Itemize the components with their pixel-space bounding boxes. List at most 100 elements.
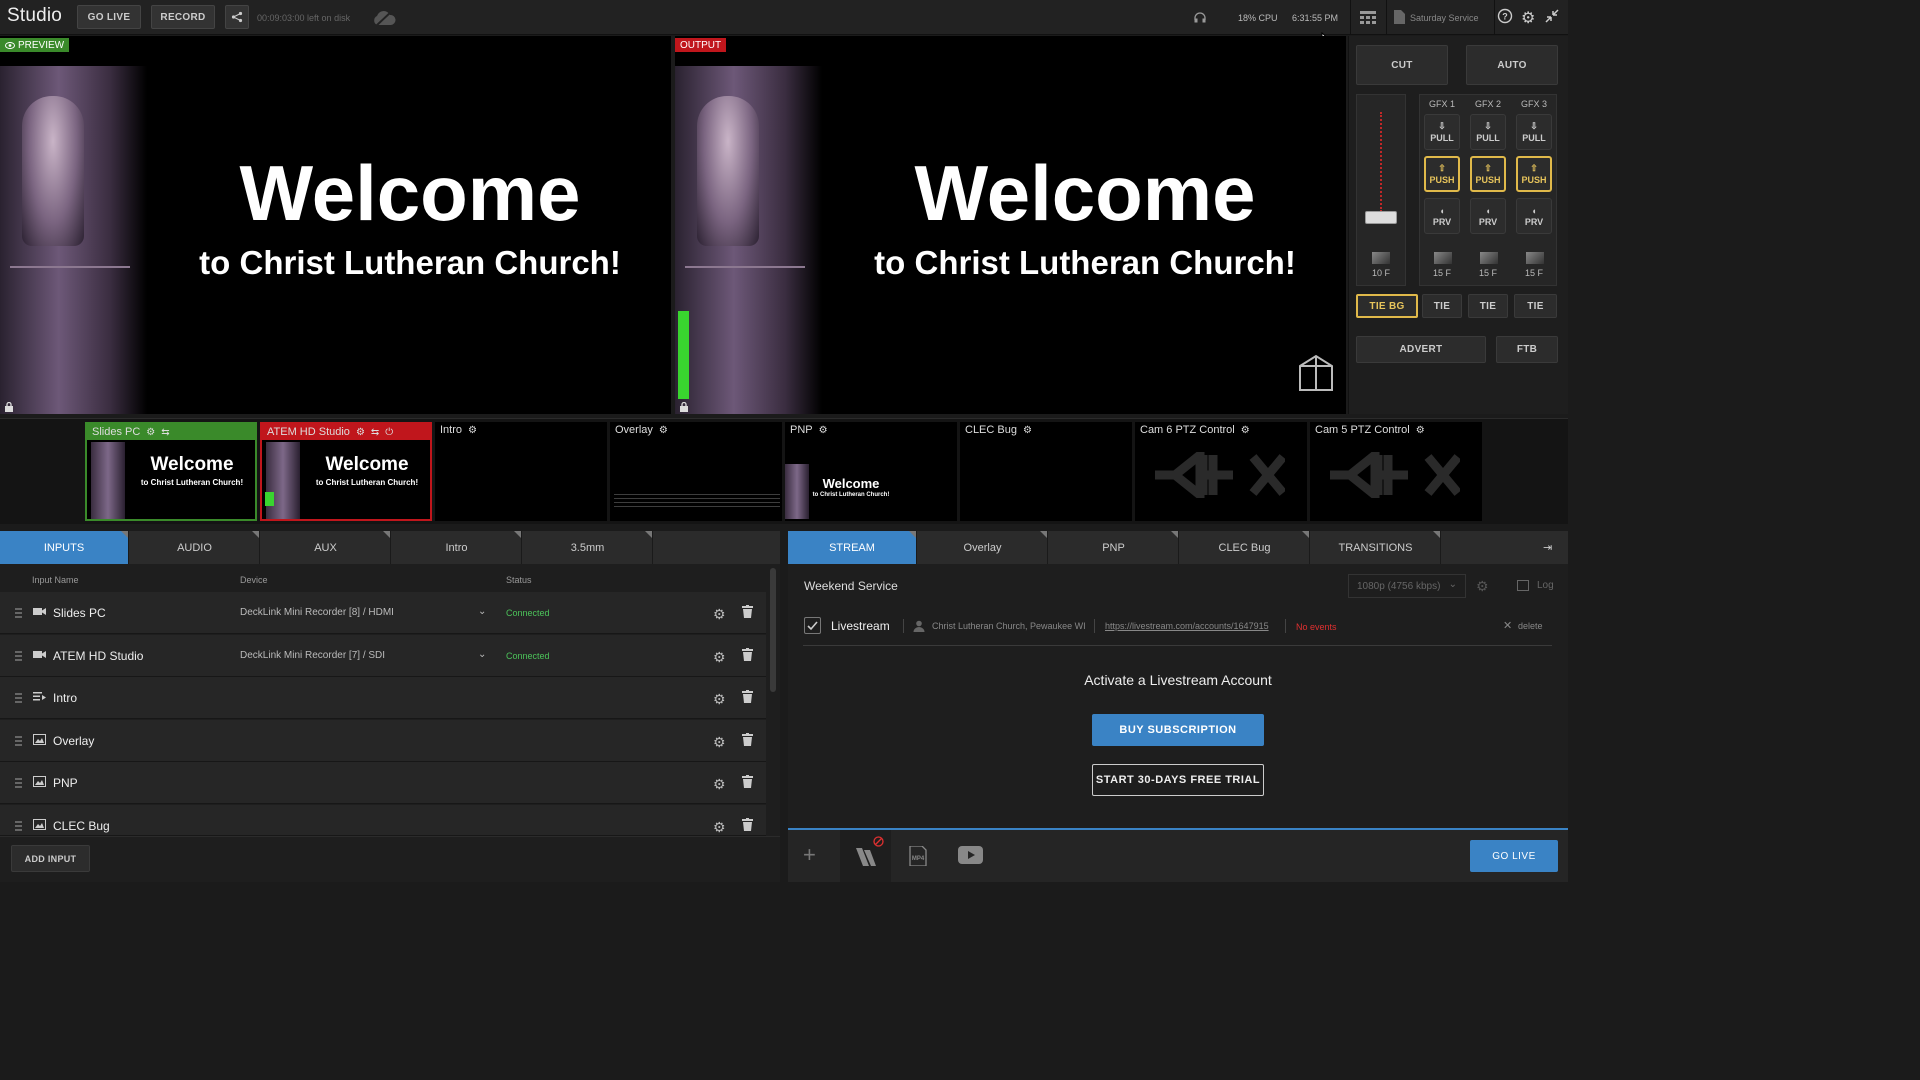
main-frames[interactable]: 10 F — [1356, 268, 1406, 278]
preview-monitor[interactable]: Welcome to Christ Lutheran Church! — [0, 36, 671, 414]
drag-handle-icon[interactable] — [15, 778, 22, 788]
tab-pnp[interactable]: PNP — [1049, 531, 1179, 564]
auto-button[interactable]: AUTO — [1466, 45, 1558, 85]
help-icon[interactable]: ? — [1497, 8, 1513, 27]
tie-gfx-1-button[interactable]: TIE — [1422, 294, 1462, 318]
lock-icon[interactable] — [679, 401, 689, 414]
input-row-pnp[interactable]: PNP ⚙ — [0, 762, 766, 804]
tab-stream[interactable]: STREAM — [788, 531, 917, 564]
thumb-atem-hd-studio[interactable]: ATEM HD Studio ⚙ ⇆ ⏻ Welcome to Christ L… — [260, 422, 432, 521]
record-button[interactable]: RECORD — [151, 5, 215, 29]
chevron-down-icon[interactable]: ⌄ — [478, 649, 486, 660]
gear-icon[interactable]: ⚙ — [1023, 425, 1032, 436]
multiview-layout-icon[interactable] — [1360, 11, 1376, 27]
link-icon[interactable]: ⇆ — [161, 427, 169, 438]
gear-icon[interactable]: ⚙ — [468, 425, 477, 436]
gear-icon[interactable]: ⚙ — [713, 691, 726, 708]
trash-icon[interactable] — [742, 648, 753, 661]
stream-url-link[interactable]: https://livestream.com/accounts/1647915 — [1105, 621, 1269, 631]
quality-select[interactable]: 1080p (4756 kbps) ⌄ — [1348, 574, 1466, 598]
trash-icon[interactable] — [742, 733, 753, 746]
gear-icon[interactable]: ⚙ — [819, 425, 828, 436]
go-live-top-button[interactable]: GO LIVE — [77, 5, 141, 29]
gfx-1-frames[interactable]: 15 F — [1424, 268, 1460, 278]
lock-icon[interactable] — [4, 401, 14, 414]
input-row-overlay[interactable]: Overlay ⚙ — [0, 720, 766, 762]
cloud-off-icon[interactable] — [371, 9, 397, 30]
drag-handle-icon[interactable] — [15, 821, 22, 831]
gear-icon[interactable]: ⚙ — [1416, 425, 1425, 436]
trash-icon[interactable] — [742, 818, 753, 831]
advert-button[interactable]: ADVERT — [1356, 336, 1486, 363]
thumb-intro[interactable]: Intro ⚙ — [435, 422, 607, 521]
tab-clec-bug[interactable]: CLEC Bug — [1180, 531, 1310, 564]
gear-icon[interactable]: ⚙ — [1241, 425, 1250, 436]
gfx-2-pull-button[interactable]: ⇩ PULL — [1470, 114, 1506, 150]
add-destination-icon[interactable]: + — [803, 842, 816, 868]
gear-icon[interactable]: ⚙ — [146, 427, 155, 438]
ftb-button[interactable]: FTB — [1496, 336, 1558, 363]
thumb-clec-bug[interactable]: CLEC Bug ⚙ — [960, 422, 1132, 521]
drag-handle-icon[interactable] — [15, 651, 22, 661]
input-row-atem-hd-studio[interactable]: ATEM HD Studio DeckLink Mini Recorder [7… — [0, 635, 766, 677]
gfx-2-frames[interactable]: 15 F — [1470, 268, 1506, 278]
gfx-2-push-button[interactable]: ⇧ PUSH — [1470, 156, 1506, 192]
share-button[interactable] — [225, 5, 249, 29]
go-live-stream-button[interactable]: GO LIVE — [1470, 840, 1558, 872]
mp4-file-icon[interactable]: MP4 — [908, 845, 928, 869]
gear-icon[interactable]: ⚙ — [713, 734, 726, 751]
gfx-3-frames[interactable]: 15 F — [1516, 268, 1552, 278]
drag-handle-icon[interactable] — [15, 736, 22, 746]
chevron-down-icon[interactable]: ⌄ — [478, 606, 486, 617]
thumb-pnp[interactable]: PNP ⚙ Welcome to Christ Lutheran Church! — [785, 422, 957, 521]
tie-bg-button[interactable]: TIE BG — [1356, 294, 1418, 318]
gear-icon[interactable]: ⚙ — [1476, 578, 1489, 595]
project-name[interactable]: Saturday Service — [1410, 13, 1479, 23]
trash-icon[interactable] — [742, 605, 753, 618]
link-icon[interactable]: ⇆ — [371, 427, 379, 438]
power-icon[interactable]: ⏻ — [385, 427, 393, 438]
livestream-checkbox[interactable] — [804, 617, 821, 634]
gear-icon[interactable]: ⚙ — [356, 427, 365, 438]
collapse-panel-icon[interactable]: ⇥ — [1543, 541, 1552, 554]
log-label[interactable]: Log — [1537, 580, 1554, 591]
thumb-overlay[interactable]: Overlay ⚙ — [610, 422, 782, 521]
tie-gfx-2-button[interactable]: TIE — [1468, 294, 1508, 318]
trash-icon[interactable] — [742, 690, 753, 703]
add-input-button[interactable]: ADD INPUT — [11, 845, 90, 872]
tab-3-5mm[interactable]: 3.5mm — [523, 531, 653, 564]
gfx-1-pull-button[interactable]: ⇩ PULL — [1424, 114, 1460, 150]
t-bar-handle[interactable] — [1365, 211, 1397, 224]
gfx-3-pull-button[interactable]: ⇩ PULL — [1516, 114, 1552, 150]
drag-handle-icon[interactable] — [15, 608, 22, 618]
destination-livestream[interactable] — [840, 830, 891, 882]
input-row-clec-bug[interactable]: CLEC Bug ⚙ — [0, 805, 766, 836]
gear-icon[interactable]: ⚙ — [713, 776, 726, 793]
buy-subscription-button[interactable]: BUY SUBSCRIPTION — [1092, 714, 1264, 746]
input-row-slides-pc[interactable]: Slides PC DeckLink Mini Recorder [8] / H… — [0, 592, 766, 634]
thumb-slides-pc[interactable]: Slides PC ⚙ ⇆ Welcome to Christ Lutheran… — [85, 422, 257, 521]
tie-gfx-3-button[interactable]: TIE — [1514, 294, 1557, 318]
thumb-cam-5-ptz[interactable]: Cam 5 PTZ Control ⚙ — [1310, 422, 1482, 521]
drag-handle-icon[interactable] — [15, 693, 22, 703]
gfx-3-push-button[interactable]: ⇧ PUSH — [1516, 156, 1552, 192]
collapse-icon[interactable] — [1545, 9, 1559, 26]
gfx-1-push-button[interactable]: ⇧ PUSH — [1424, 156, 1460, 192]
inputs-scrollbar[interactable] — [770, 568, 776, 692]
youtube-icon[interactable] — [958, 846, 983, 867]
tab-transitions[interactable]: TRANSITIONS — [1311, 531, 1441, 564]
gear-icon[interactable]: ⚙ — [713, 606, 726, 623]
thumb-cam-6-ptz[interactable]: Cam 6 PTZ Control ⚙ — [1135, 422, 1307, 521]
log-toggle-icon[interactable] — [1517, 580, 1529, 591]
close-icon[interactable]: ✕ — [1503, 619, 1512, 632]
tab-intro[interactable]: Intro — [392, 531, 522, 564]
stream-title[interactable]: Weekend Service — [804, 579, 898, 593]
tab-audio[interactable]: AUDIO — [130, 531, 260, 564]
gear-icon[interactable]: ⚙ — [713, 819, 726, 835]
gear-icon[interactable]: ⚙ — [1521, 8, 1535, 28]
trash-icon[interactable] — [742, 775, 753, 788]
gear-icon[interactable]: ⚙ — [659, 425, 668, 436]
tab-aux[interactable]: AUX — [261, 531, 391, 564]
free-trial-button[interactable]: START 30-DAYS FREE TRIAL — [1092, 764, 1264, 796]
tab-overlay[interactable]: Overlay — [918, 531, 1048, 564]
